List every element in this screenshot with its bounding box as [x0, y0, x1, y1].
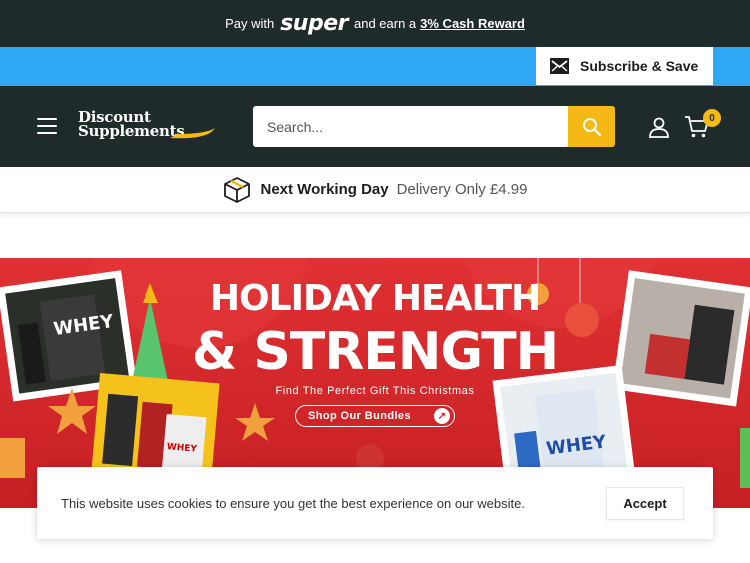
- cookie-banner: This website uses cookies to ensure you …: [37, 467, 713, 539]
- cart-count-badge: 0: [703, 109, 721, 127]
- promo-bar: Pay with super and earn a 3% Cash Reward: [0, 0, 750, 47]
- delivery-light: Delivery Only £4.99: [396, 181, 528, 198]
- shop-bundles-label: Shop Our Bundles: [308, 410, 411, 422]
- cookie-message: This website uses cookies to ensure you …: [61, 496, 525, 511]
- accept-cookies-button[interactable]: Accept: [606, 487, 684, 520]
- delivery-bar: Next Working Day Delivery Only £4.99: [0, 167, 750, 213]
- logo-swoosh-icon: [170, 128, 215, 139]
- box-icon: [223, 176, 250, 203]
- banner-title-2: & STRENGTH: [191, 322, 559, 382]
- site-logo[interactable]: Discount Supplements: [78, 110, 220, 144]
- cash-reward-link[interactable]: 3% Cash Reward: [420, 16, 525, 31]
- promo-prefix: Pay with: [225, 16, 275, 31]
- search-button[interactable]: [568, 106, 615, 147]
- banner-title-1: HOLIDAY HEALTH: [209, 278, 541, 319]
- search-input[interactable]: [253, 106, 569, 147]
- super-logo: super: [280, 11, 348, 36]
- shop-bundles-button[interactable]: Shop Our Bundles ↗: [295, 405, 455, 427]
- arrow-up-right-icon: ↗: [434, 408, 450, 424]
- menu-icon[interactable]: [37, 118, 57, 134]
- search-icon: [582, 117, 601, 136]
- promo-middle: and earn a: [353, 16, 417, 31]
- account-button[interactable]: [648, 116, 670, 143]
- user-icon: [649, 117, 669, 138]
- banner-subtitle: Find The Perfect Gift This Christmas: [275, 385, 475, 397]
- delivery-strong: Next Working Day: [260, 181, 389, 198]
- mail-icon: [550, 58, 569, 74]
- subscribe-button[interactable]: Subscribe & Save: [536, 47, 713, 85]
- subscribe-label: Subscribe & Save: [580, 58, 699, 74]
